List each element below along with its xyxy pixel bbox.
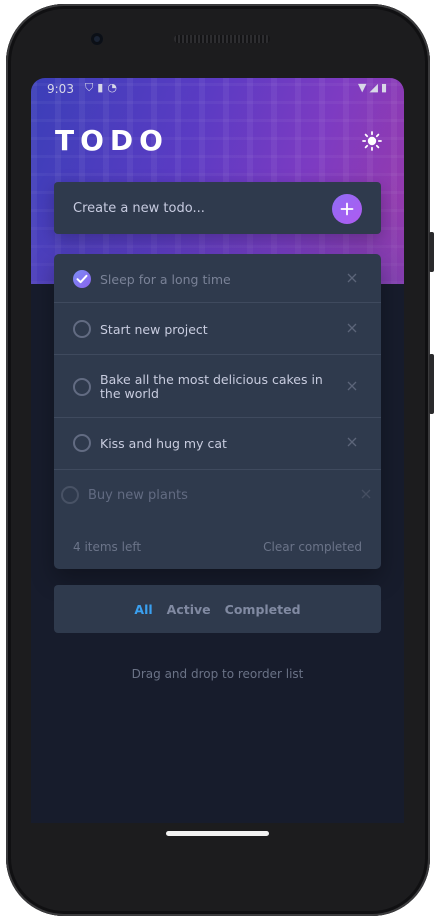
new-todo-input[interactable]: Create a new todo... <box>54 182 381 234</box>
todo-text: Buy new plants <box>88 488 188 503</box>
wifi-icon: ▼ <box>358 81 370 94</box>
status-right-icons: ▼◢▮ <box>358 81 390 94</box>
todo-checkbox[interactable] <box>61 486 79 504</box>
close-icon[interactable] <box>361 489 371 499</box>
status-left-icons: ⛉▮◔ <box>85 81 121 95</box>
close-icon[interactable] <box>347 437 357 447</box>
close-icon[interactable] <box>347 273 357 283</box>
shield-icon: ⛉ <box>85 81 98 94</box>
todo-item[interactable]: Buy new plants <box>54 470 381 520</box>
status-time: 9:03 <box>47 82 74 96</box>
notification-icon: ◔ <box>107 81 121 94</box>
todo-checkbox[interactable] <box>73 434 91 452</box>
todo-text: Sleep for a long time <box>100 272 231 287</box>
sun-icon <box>362 131 382 151</box>
filter-bar: All Active Completed <box>54 585 381 633</box>
home-gesture-bar[interactable] <box>166 831 269 836</box>
battery-icon: ▮ <box>380 81 390 94</box>
power-button <box>429 354 434 414</box>
todo-text: Start new project <box>100 322 208 337</box>
items-left-count: 4 items left <box>73 540 142 554</box>
app-screen: 9:03 ⛉▮◔ ▼◢▮ TODO Create a new todo... S… <box>31 78 404 823</box>
checkmark-icon <box>76 274 88 284</box>
todo-checkbox[interactable] <box>73 320 91 338</box>
filter-all[interactable]: All <box>134 602 152 617</box>
filter-completed[interactable]: Completed <box>225 602 301 617</box>
close-icon[interactable] <box>347 381 357 391</box>
earpiece-speaker <box>174 35 270 43</box>
todo-text: Kiss and hug my cat <box>100 436 227 451</box>
volume-button <box>429 232 434 272</box>
signal-icon: ◢ <box>369 81 381 94</box>
new-todo-placeholder: Create a new todo... <box>73 201 205 216</box>
front-camera <box>91 33 103 45</box>
todo-list: Sleep for a long time Start new project … <box>54 254 381 569</box>
todo-item[interactable]: Sleep for a long time <box>54 254 381 303</box>
add-todo-button[interactable] <box>332 194 362 224</box>
plus-icon <box>340 202 354 216</box>
todo-checkbox[interactable] <box>73 270 91 288</box>
todo-item[interactable]: Start new project <box>54 303 381 355</box>
sim-icon: ▮ <box>97 81 108 94</box>
drag-drop-hint: Drag and drop to reorder list <box>131 667 304 681</box>
status-bar: 9:03 ⛉▮◔ ▼◢▮ <box>31 78 404 100</box>
todo-text: Bake all the most delicious cakes in the… <box>100 372 323 401</box>
clear-completed-button[interactable]: Clear completed <box>263 540 362 554</box>
filter-active[interactable]: Active <box>167 602 211 617</box>
page-title: TODO <box>55 124 169 157</box>
todo-checkbox[interactable] <box>73 378 91 396</box>
close-icon[interactable] <box>347 323 357 333</box>
theme-toggle-button[interactable] <box>359 128 385 154</box>
todo-item[interactable]: Kiss and hug my cat <box>54 418 381 470</box>
todo-item[interactable]: Bake all the most delicious cakes in the… <box>54 355 381 418</box>
